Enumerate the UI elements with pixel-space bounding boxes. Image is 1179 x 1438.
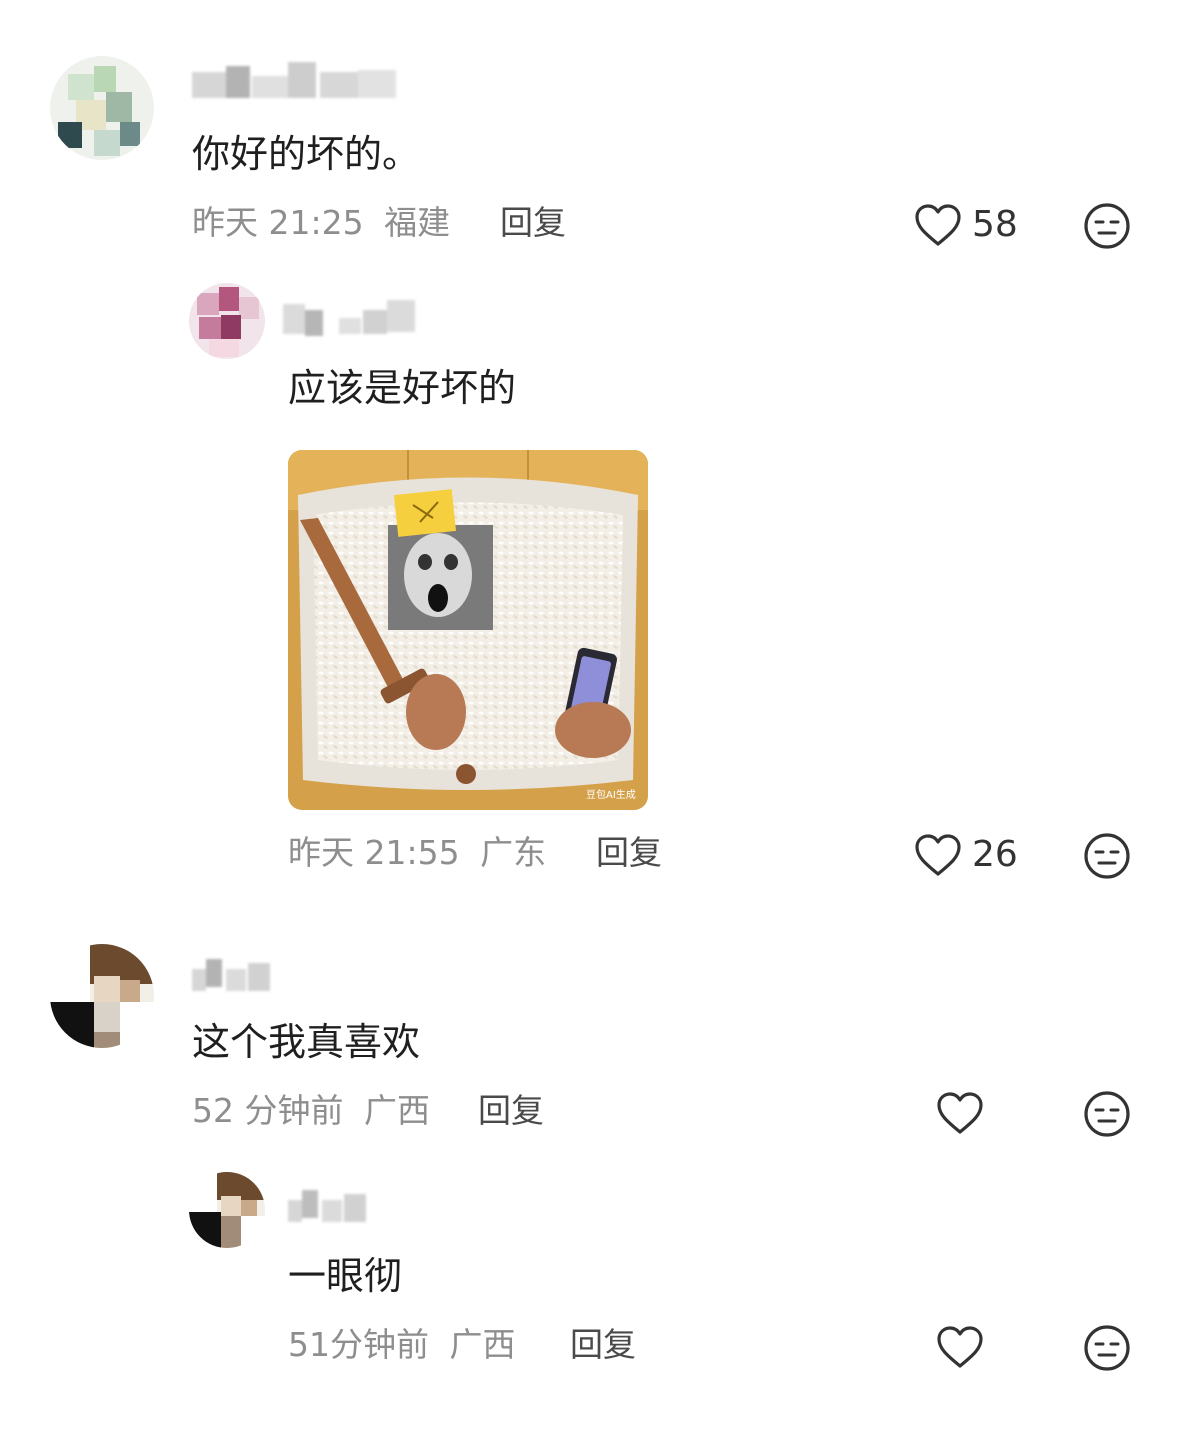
comment-time: 昨天 21:55 广东	[288, 832, 546, 874]
comment-time: 51分钟前 广西	[288, 1324, 516, 1366]
username-blurred[interactable]	[283, 300, 423, 336]
comment-text: 这个我真喜欢	[192, 1020, 421, 1064]
dislike-face-icon[interactable]	[1082, 1089, 1132, 1139]
like-button[interactable]	[936, 1322, 984, 1372]
avatar[interactable]	[189, 283, 265, 359]
time-text: 51分钟前	[288, 1325, 429, 1364]
heart-outline-icon	[937, 1326, 983, 1368]
like-count: 58	[972, 204, 1018, 245]
heart-outline-icon	[915, 834, 961, 876]
heart-outline-icon	[915, 204, 961, 246]
comment-text: 一眼彻	[288, 1254, 403, 1298]
heart-outline-icon	[937, 1092, 983, 1134]
comment-text: 应该是好坏的	[288, 366, 517, 410]
time-text: 昨天 21:55	[288, 833, 460, 872]
username-blurred[interactable]	[192, 62, 402, 98]
avatar[interactable]	[189, 1172, 265, 1248]
time-text: 52 分钟前	[192, 1091, 344, 1130]
reply-button[interactable]: 回复	[570, 1324, 636, 1366]
username-blurred[interactable]	[192, 955, 282, 991]
avatar[interactable]	[50, 56, 154, 160]
location-text: 广东	[480, 833, 547, 872]
dislike-face-icon[interactable]	[1082, 1323, 1132, 1373]
reply-button[interactable]: 回复	[500, 202, 566, 244]
location-text: 广西	[449, 1325, 516, 1364]
avatar[interactable]	[50, 944, 154, 1048]
location-text: 福建	[384, 203, 451, 242]
reply-button[interactable]: 回复	[596, 832, 662, 874]
like-count: 26	[972, 834, 1018, 875]
comment-image[interactable]: 豆包AI生成	[288, 450, 648, 810]
dislike-face-icon[interactable]	[1082, 201, 1132, 251]
comment-text: 你好的坏的。	[192, 132, 421, 176]
username-blurred[interactable]	[288, 1186, 378, 1222]
comment-time: 昨天 21:25 福建	[192, 202, 450, 244]
comment-time: 52 分钟前 广西	[192, 1090, 430, 1132]
location-text: 广西	[363, 1091, 430, 1130]
dislike-face-icon[interactable]	[1082, 831, 1132, 881]
like-button[interactable]: 26	[914, 830, 1018, 880]
time-text: 昨天 21:25	[192, 203, 364, 242]
like-button[interactable]: 58	[914, 200, 1018, 250]
image-watermark: 豆包AI生成	[586, 788, 636, 801]
like-button[interactable]	[936, 1088, 984, 1138]
reply-button[interactable]: 回复	[478, 1090, 544, 1132]
